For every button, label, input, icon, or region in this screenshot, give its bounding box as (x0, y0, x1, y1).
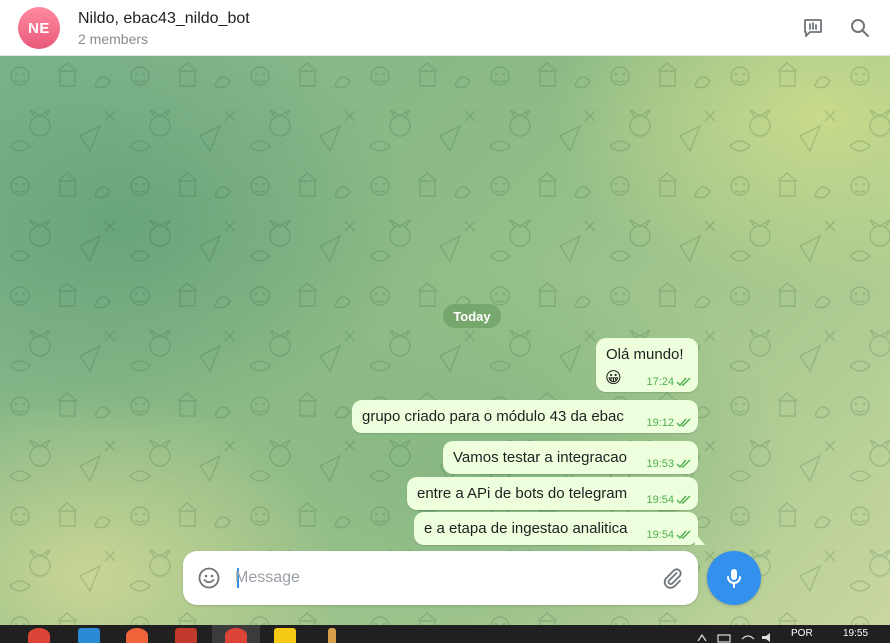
paperclip-icon[interactable] (660, 566, 684, 590)
message-composer (183, 551, 698, 605)
grinning-emoji: 😀 (605, 370, 622, 387)
pencil-icon[interactable] (328, 628, 336, 643)
sticky-notes-icon[interactable] (274, 628, 296, 643)
voice-record-button[interactable] (707, 551, 761, 605)
emoji-icon[interactable] (197, 566, 221, 590)
chat-background: Today Olá mundo! 😀 17:24 grupo criado pa… (0, 56, 890, 625)
chrome-icon[interactable] (28, 628, 50, 643)
message-bubble[interactable]: Olá mundo! 😀 17:24 (596, 338, 698, 392)
avatar[interactable]: NE (18, 7, 60, 49)
message-meta: 19:54 (646, 494, 692, 506)
double-check-icon (676, 418, 691, 428)
chrome-icon[interactable] (225, 628, 247, 643)
double-check-icon (676, 377, 691, 387)
message-time: 17:24 (646, 376, 674, 388)
date-divider: Today (443, 304, 501, 328)
message-text: Vamos testar a integracao (453, 449, 627, 466)
message-bubble[interactable]: Vamos testar a integracao 19:53 (443, 441, 698, 474)
chat-header: NE Nildo, ebac43_nildo_bot 2 members (0, 0, 890, 56)
message-text: entre a APi de bots do telegram (417, 485, 628, 502)
microphone-icon (727, 569, 741, 588)
message-text: Olá mundo! (606, 346, 684, 363)
message-time: 19:54 (646, 529, 674, 541)
app-icon[interactable] (175, 628, 197, 643)
message-bubble[interactable]: grupo criado para o módulo 43 da ebac 19… (352, 400, 698, 433)
message-input[interactable] (235, 563, 645, 593)
search-icon[interactable] (848, 16, 872, 40)
message-meta: 17:24 (646, 376, 692, 388)
message-meta: 19:53 (646, 458, 692, 470)
firefox-icon[interactable] (126, 628, 148, 643)
message-bubble[interactable]: entre a APi de bots do telegram 19:54 (407, 477, 698, 510)
message-time: 19:53 (646, 458, 674, 470)
double-check-icon (676, 495, 691, 505)
chat-title[interactable]: Nildo, ebac43_nildo_bot (78, 10, 250, 28)
message-text: grupo criado para o módulo 43 da ebac (362, 408, 624, 425)
taskbar: POR 19:55 (0, 625, 890, 643)
chat-member-count: 2 members (78, 31, 149, 47)
message-bubble[interactable]: e a etapa de ingestao analitica 19:54 (414, 512, 705, 545)
message-meta: 19:54 (646, 529, 692, 541)
message-time: 19:12 (646, 417, 674, 429)
double-check-icon (676, 459, 691, 469)
message-time: 19:54 (646, 494, 674, 506)
live-stream-icon[interactable] (801, 16, 825, 40)
language-indicator[interactable]: POR (791, 628, 813, 639)
edge-icon[interactable] (78, 628, 100, 643)
message-meta: 19:12 (646, 417, 692, 429)
system-tray-icons[interactable] (696, 631, 776, 643)
taskbar-clock[interactable]: 19:55 (843, 628, 868, 639)
message-text: e a etapa de ingestao analitica (424, 520, 628, 537)
double-check-icon (676, 530, 691, 540)
